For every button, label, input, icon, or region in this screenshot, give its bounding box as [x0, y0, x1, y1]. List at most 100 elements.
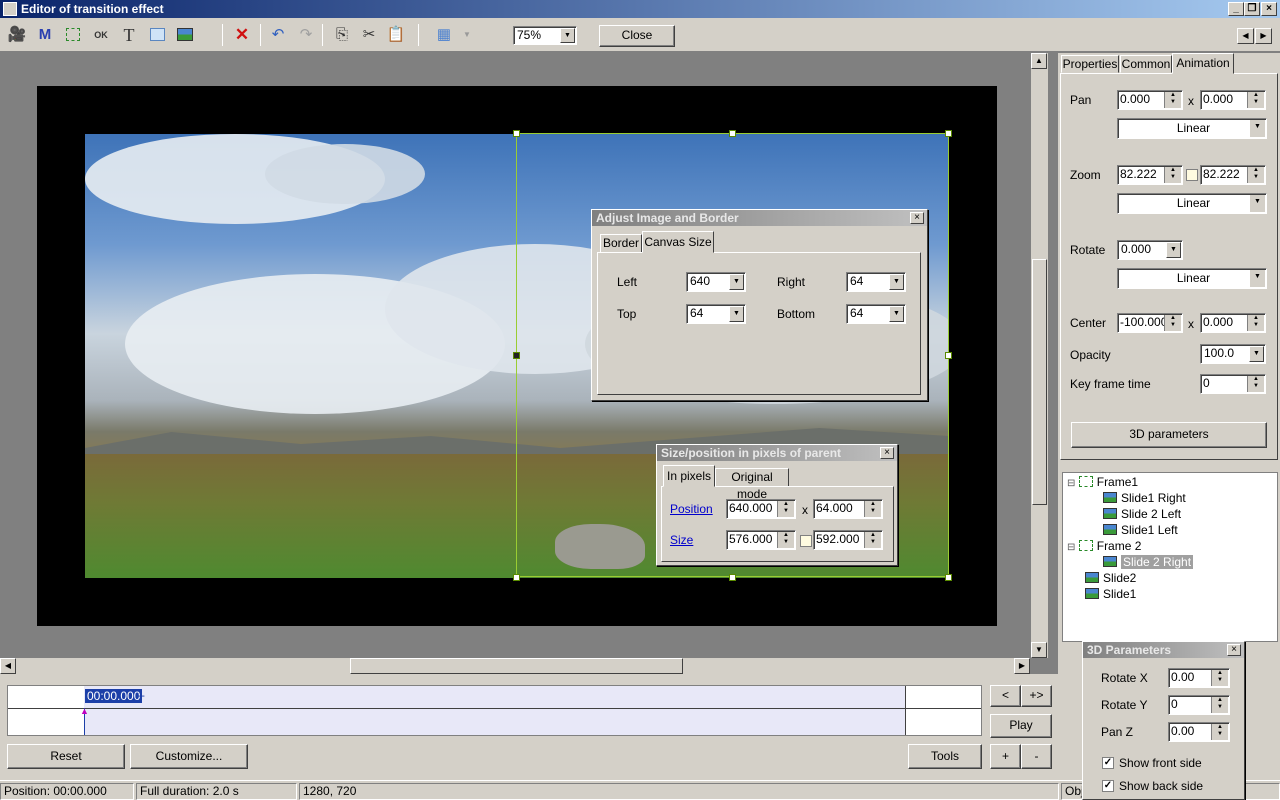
size-link[interactable]: Size: [670, 533, 693, 547]
spin-arrows-icon[interactable]: ▲ ▼: [864, 501, 881, 517]
lock-aspect-checkbox[interactable]: [800, 535, 812, 547]
spin-arrows-icon[interactable]: ▲ ▼: [1247, 92, 1264, 108]
resize-handle[interactable]: [513, 574, 520, 581]
opacity-select[interactable]: 100.0 ▼: [1200, 344, 1266, 364]
text-icon[interactable]: T: [118, 25, 140, 45]
tree-item-slide1-left[interactable]: Slide1 Left: [1103, 522, 1178, 538]
position-y-input[interactable]: 64.000 ▲ ▼: [813, 499, 883, 519]
top-select[interactable]: 64 ▼: [686, 304, 746, 324]
size-w-input[interactable]: 576.000 ▲ ▼: [726, 530, 796, 550]
scroll-thumb[interactable]: [1032, 259, 1047, 505]
pan-y-input[interactable]: 0.000 ▲ ▼: [1200, 90, 1266, 110]
rectangle-icon[interactable]: [146, 25, 168, 45]
customize-button[interactable]: Customize...: [130, 744, 248, 769]
resize-handle[interactable]: [729, 130, 736, 137]
close-window-button[interactable]: ×: [1261, 2, 1277, 16]
tree-item-frame2[interactable]: ⊟ Frame 2: [1067, 538, 1141, 554]
close-icon[interactable]: ×: [910, 212, 924, 224]
show-back-checkbox[interactable]: ✓: [1102, 780, 1114, 792]
scroll-right-icon[interactable]: ▶: [1014, 658, 1030, 674]
spin-arrows-icon[interactable]: ▲ ▼: [1211, 670, 1228, 686]
center-x-input[interactable]: -100.000 ▲ ▼: [1117, 313, 1183, 333]
tab-canvas-size[interactable]: Canvas Size: [642, 231, 714, 253]
tab-border[interactable]: Border: [600, 234, 642, 253]
ok-icon[interactable]: OK: [90, 25, 112, 45]
resize-handle[interactable]: [513, 130, 520, 137]
zoom-x-input[interactable]: 82.222 ▲ ▼: [1117, 165, 1183, 185]
left-select[interactable]: 640 ▼: [686, 272, 746, 292]
pan-z-input[interactable]: 0.00 ▲ ▼: [1168, 722, 1230, 742]
play-button[interactable]: Play: [990, 714, 1052, 738]
tree-item-slide1[interactable]: Slide1: [1085, 586, 1136, 602]
vertical-scrollbar[interactable]: ▲ ▼: [1031, 53, 1048, 658]
spin-arrows-icon[interactable]: ▲ ▼: [1247, 376, 1264, 392]
reset-button[interactable]: Reset: [7, 744, 125, 769]
center-y-input[interactable]: 0.000 ▲ ▼: [1200, 313, 1266, 333]
tree-item-slide1-right[interactable]: Slide1 Right: [1103, 490, 1186, 506]
spin-arrows-icon[interactable]: ▲ ▼: [1164, 315, 1181, 331]
scroll-thumb[interactable]: [350, 658, 683, 674]
time-label[interactable]: 00:00.000: [85, 689, 143, 703]
spin-arrows-icon[interactable]: ▲ ▼: [1211, 724, 1228, 740]
rotate-interpolation-select[interactable]: Linear ▼: [1117, 268, 1267, 289]
spin-arrows-icon[interactable]: ▲ ▼: [1211, 697, 1228, 713]
3d-parameters-button[interactable]: 3D parameters: [1071, 422, 1267, 448]
zoom-lock-checkbox[interactable]: [1186, 169, 1198, 181]
tree-item-slide2[interactable]: Slide2: [1085, 570, 1136, 586]
tools-button[interactable]: Tools: [908, 744, 982, 769]
spin-arrows-icon[interactable]: ▲ ▼: [864, 532, 881, 548]
object-tree[interactable]: ⊟ Frame1 Slide1 Right Slide 2 Left Slide…: [1062, 472, 1278, 642]
bottom-select[interactable]: 64 ▼: [846, 304, 906, 324]
tab-properties[interactable]: Properties: [1061, 55, 1119, 73]
spin-arrows-icon[interactable]: ▲ ▼: [1164, 167, 1181, 183]
add-keyframe-icon[interactable]: +: [138, 689, 145, 703]
minimize-button[interactable]: _: [1228, 2, 1244, 16]
tab-animation[interactable]: Animation: [1172, 53, 1234, 74]
resize-handle[interactable]: [945, 130, 952, 137]
undo-icon[interactable]: ↶: [267, 25, 289, 45]
rotate-y-input[interactable]: 0 ▲ ▼: [1168, 695, 1230, 715]
redo-icon[interactable]: ↷: [295, 25, 317, 45]
camera-icon[interactable]: 🎥: [6, 25, 28, 45]
collapse-icon[interactable]: ⊟: [1067, 542, 1075, 553]
frame-icon[interactable]: [62, 25, 84, 45]
tab-common[interactable]: Common: [1120, 55, 1172, 73]
zoom-y-input[interactable]: 82.222 ▲ ▼: [1200, 165, 1266, 185]
spin-arrows-icon[interactable]: ▲ ▼: [1247, 315, 1264, 331]
zoom-select[interactable]: 75% ▼: [513, 26, 577, 45]
add-button[interactable]: +: [990, 744, 1021, 769]
cut-icon[interactable]: ✂: [358, 25, 380, 45]
grid-icon[interactable]: ▦: [433, 25, 455, 45]
keyframe-time-input[interactable]: 0 ▲ ▼: [1200, 374, 1266, 394]
resize-handle[interactable]: [945, 574, 952, 581]
zoom-interpolation-select[interactable]: Linear ▼: [1117, 193, 1267, 214]
pan-x-input[interactable]: 0.000 ▲ ▼: [1117, 90, 1183, 110]
rotate-x-input[interactable]: 0.00 ▲ ▼: [1168, 668, 1230, 688]
size-h-input[interactable]: 592.000 ▲ ▼: [813, 530, 883, 550]
right-select[interactable]: 64 ▼: [846, 272, 906, 292]
position-link[interactable]: Position: [670, 502, 713, 516]
image-icon[interactable]: [174, 25, 196, 45]
resize-handle[interactable]: [945, 352, 952, 359]
show-front-checkbox[interactable]: ✓: [1102, 757, 1114, 769]
remove-button[interactable]: -: [1021, 744, 1052, 769]
next-keyframe-button[interactable]: +>: [1021, 685, 1052, 707]
center-handle[interactable]: [513, 352, 520, 359]
tree-item-slide2-right[interactable]: Slide 2 Right: [1103, 554, 1194, 570]
close-icon[interactable]: ×: [880, 447, 894, 459]
prev-keyframe-button[interactable]: <: [990, 685, 1021, 707]
spin-arrows-icon[interactable]: ▲ ▼: [1164, 92, 1181, 108]
spin-arrows-icon[interactable]: ▲ ▼: [777, 501, 794, 517]
close-button[interactable]: Close: [599, 25, 675, 47]
collapse-icon[interactable]: ⊟: [1067, 478, 1075, 489]
tree-item-slide2-left[interactable]: Slide 2 Left: [1103, 506, 1181, 522]
delete-icon[interactable]: ✕: [231, 25, 253, 45]
spin-arrows-icon[interactable]: ▲ ▼: [777, 532, 794, 548]
resize-handle[interactable]: [729, 574, 736, 581]
pan-interpolation-select[interactable]: Linear ▼: [1117, 118, 1267, 139]
nav-next-button[interactable]: ▶: [1255, 28, 1272, 44]
scroll-down-icon[interactable]: ▼: [1031, 642, 1047, 658]
position-x-input[interactable]: 640.000 ▲ ▼: [726, 499, 796, 519]
tab-original-mode[interactable]: Original mode: [715, 468, 789, 501]
nav-prev-button[interactable]: ◀: [1237, 28, 1254, 44]
